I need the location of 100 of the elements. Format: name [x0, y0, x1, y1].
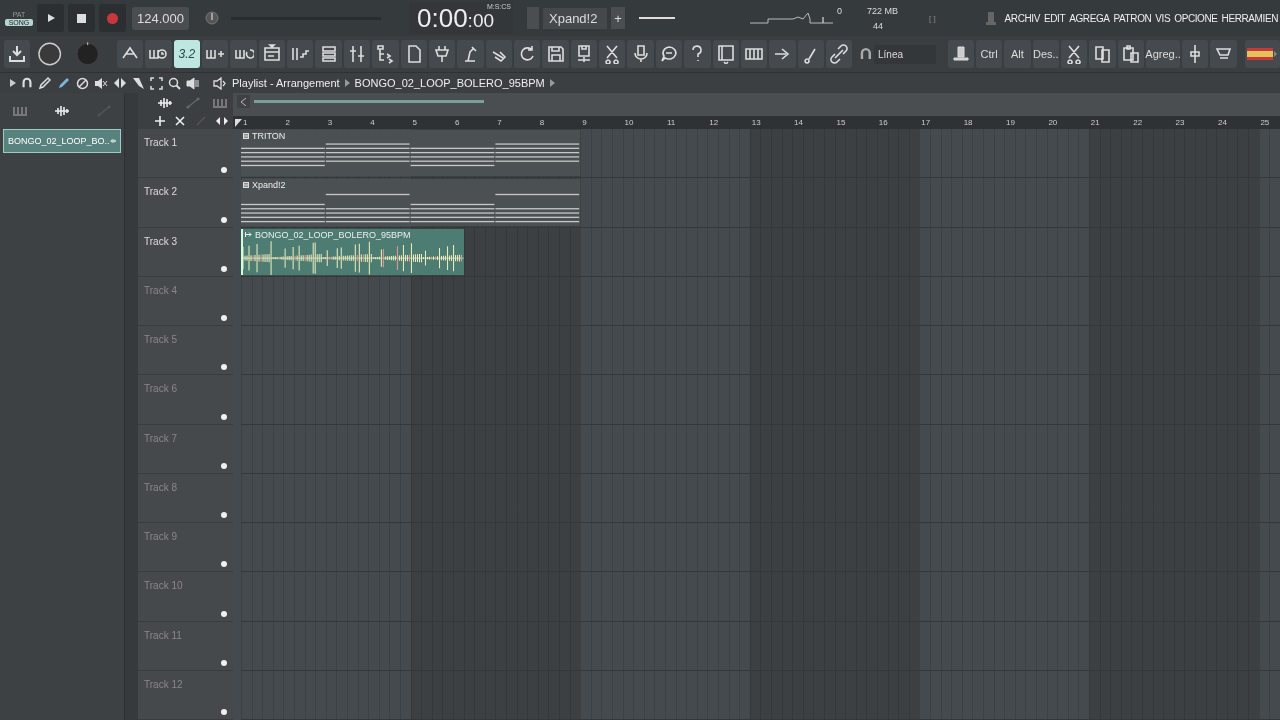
menu-item[interactable]: EDIT [1043, 12, 1066, 24]
track-enable-dot[interactable] [221, 413, 227, 420]
audio-clip[interactable]: BONGO_02_LOOP_BOLERO_95BPM [241, 228, 464, 275]
picker-item[interactable]: BONGO_02_LOOP_BO.. [3, 129, 121, 153]
note-icon[interactable] [797, 40, 824, 68]
close-icon[interactable] [175, 115, 186, 126]
refresh-icon[interactable] [514, 40, 541, 68]
piano-icon[interactable] [740, 40, 768, 68]
track-enable-dot[interactable] [221, 216, 227, 223]
play-button[interactable] [37, 4, 64, 32]
track-enable-dot[interactable] [221, 561, 227, 568]
paint-icon[interactable] [57, 76, 71, 90]
select-icon[interactable] [150, 76, 163, 90]
typing-keyboard-button[interactable]: 3.2 [173, 40, 201, 68]
modifier-button[interactable]: Des.. [1032, 40, 1059, 68]
bell-icon[interactable] [947, 40, 974, 68]
slider-icon[interactable] [1182, 40, 1209, 68]
link-icon[interactable] [825, 40, 853, 68]
track-enable-dot[interactable] [221, 315, 227, 321]
track-enable-dot[interactable] [221, 167, 227, 174]
menu-item[interactable]: HERRAMIEN [1221, 12, 1278, 24]
copy-icon[interactable] [1089, 40, 1116, 68]
pattern-selector[interactable]: Xpand!2 [543, 7, 607, 29]
track-lane[interactable]: BONGO_02_LOOP_BOLERO_95BPM [241, 227, 1280, 277]
track-lane[interactable] [241, 276, 1280, 326]
modifier-button[interactable]: Alt [1004, 40, 1031, 68]
help-icon[interactable] [684, 40, 711, 68]
tempo-display[interactable]: 124.000 [132, 6, 189, 30]
save-export-icon[interactable] [570, 40, 598, 68]
scroll-left-button[interactable] [237, 95, 250, 108]
track-enable-dot[interactable] [221, 265, 227, 272]
track-enable-dot[interactable] [221, 364, 227, 371]
picker-item-label: BONGO_02_LOOP_BO.. [8, 136, 110, 146]
scissors-icon[interactable] [599, 40, 626, 68]
delete-icon[interactable] [76, 76, 89, 90]
microphone-icon[interactable] [627, 40, 654, 68]
browser-window-icon[interactable] [712, 40, 739, 68]
menu-item[interactable]: AGREGA [1069, 12, 1110, 24]
track-enable-dot[interactable] [221, 462, 227, 469]
steps-icon[interactable] [287, 40, 314, 68]
page-icon[interactable] [400, 40, 427, 68]
track-lane[interactable]: TRITON [241, 129, 1280, 179]
stop-button[interactable] [68, 4, 95, 32]
scissors-icon[interactable] [1060, 40, 1088, 68]
modifier-button[interactable]: Ctrl [975, 40, 1003, 68]
menu-item[interactable]: PATRON [1113, 12, 1152, 24]
cart-icon[interactable] [1210, 40, 1237, 68]
pattern-clip[interactable]: Xpand!2 [241, 179, 581, 226]
menu-item[interactable]: ARCHIV [1004, 12, 1040, 24]
plug-icon[interactable] [428, 40, 456, 68]
knob-icon[interactable] [205, 11, 219, 25]
mixer-icon[interactable] [343, 40, 371, 68]
bar-number: 4 [370, 118, 375, 127]
bar-number: 11 [666, 118, 676, 127]
audio-clip-icon [245, 232, 252, 237]
plus-icon[interactable] [202, 40, 229, 68]
audio-wave-icon[interactable] [54, 105, 70, 117]
track-enable-dot[interactable] [221, 709, 227, 715]
magnet-icon[interactable] [860, 47, 872, 61]
playhead-marker[interactable] [235, 118, 242, 127]
add-pattern-button[interactable]: + [611, 7, 625, 29]
resize-icon[interactable] [215, 115, 228, 126]
window-icon[interactable] [258, 40, 286, 68]
snap-dropdown[interactable]: Línea [874, 44, 936, 64]
track-enable-dot[interactable] [221, 659, 227, 666]
mute-icon[interactable] [94, 76, 108, 90]
loop-icon[interactable] [230, 40, 257, 68]
audio-wave-icon[interactable] [156, 96, 173, 109]
clock-icon[interactable] [145, 40, 172, 68]
slip-icon[interactable] [113, 77, 127, 89]
bar-number: 14 [794, 118, 803, 127]
list-icon[interactable] [315, 40, 342, 68]
menu-item[interactable]: OPCIONE [1174, 12, 1218, 24]
breadcrumb-item[interactable]: BONGO_02_LOOP_BOLERO_95BPM [354, 77, 545, 89]
scrollbar-thumb[interactable] [254, 100, 484, 103]
playback-icon[interactable] [186, 76, 200, 90]
track-enable-dot[interactable] [221, 610, 227, 617]
flag-icon[interactable] [1244, 40, 1280, 68]
knob-icon[interactable] [37, 41, 63, 67]
slice-icon[interactable] [132, 76, 145, 90]
plus-icon[interactable] [155, 115, 166, 126]
arrow-icon[interactable] [10, 79, 16, 87]
paste-icon[interactable] [1117, 40, 1145, 68]
bar-number: 5 [412, 118, 417, 127]
track-lane[interactable]: Xpand!2 [241, 178, 1280, 228]
arc-icon[interactable] [116, 40, 144, 68]
chat-icon[interactable] [655, 40, 683, 68]
download-icon[interactable] [4, 40, 31, 68]
breadcrumb-item[interactable]: Playlist - Arrangement [232, 77, 340, 89]
add-button[interactable]: Agreg.. [1146, 40, 1181, 68]
track-enable-dot[interactable] [221, 512, 227, 518]
pattern-clip[interactable]: TRITON [241, 130, 581, 177]
menu-item[interactable]: VIS [1155, 12, 1171, 24]
save-icon[interactable] [542, 40, 569, 68]
track-name: Track 4 [144, 284, 177, 296]
magnet-icon[interactable] [21, 77, 33, 89]
speaker-icon[interactable] [213, 76, 227, 90]
tree-icon[interactable] [372, 40, 399, 68]
timeline-ruler[interactable]: 1 2 3 4 5 6 7 8 9 10 11 12 13 14 15 16 17 18 19 20 21 22 23 24 25 [233, 116, 1280, 129]
zoom-icon[interactable] [168, 76, 181, 90]
